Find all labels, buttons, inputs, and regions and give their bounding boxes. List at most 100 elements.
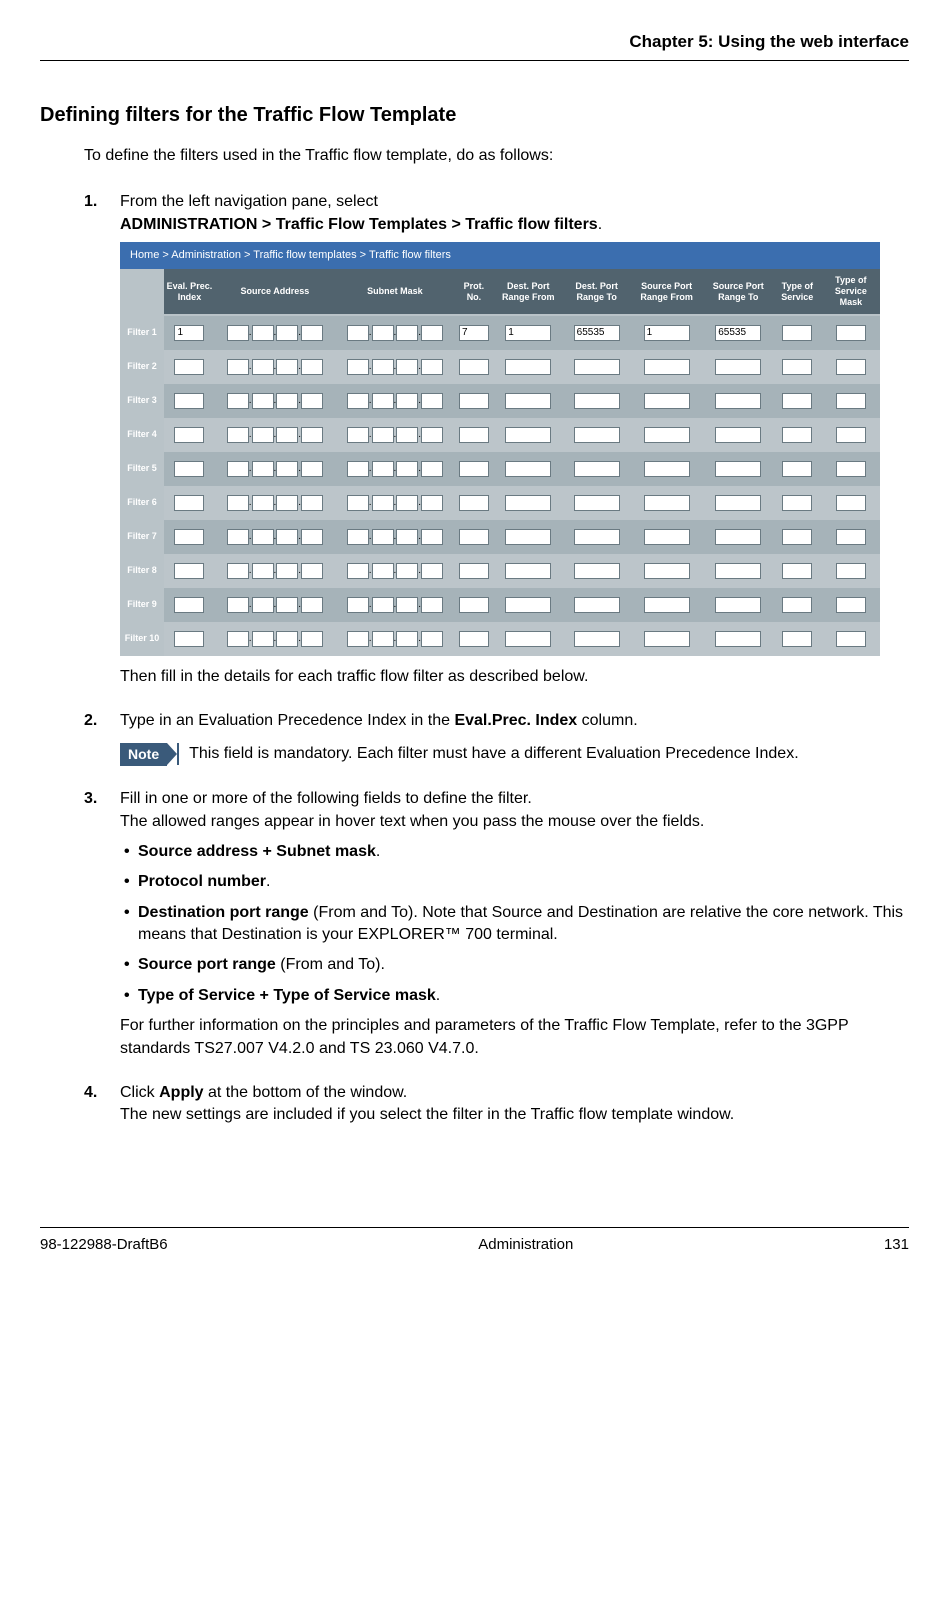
dest-port-from-input[interactable] <box>505 631 551 647</box>
src-port-from-input[interactable] <box>644 597 690 613</box>
dest-port-to-input[interactable] <box>574 359 620 375</box>
src-port-to-input[interactable] <box>715 359 761 375</box>
ip-octet-input[interactable] <box>227 393 249 409</box>
protocol-input[interactable] <box>459 631 489 647</box>
ip-octet-input[interactable] <box>396 597 418 613</box>
dest-port-to-input[interactable] <box>574 495 620 511</box>
protocol-input[interactable] <box>459 495 489 511</box>
src-port-to-input[interactable] <box>715 597 761 613</box>
ip-octet-input[interactable] <box>252 359 274 375</box>
ip-octet-input[interactable] <box>421 529 443 545</box>
ip-octet-input[interactable] <box>372 495 394 511</box>
tos-input[interactable] <box>782 427 812 443</box>
dest-port-from-input[interactable] <box>505 427 551 443</box>
src-port-from-input[interactable] <box>644 393 690 409</box>
ip-octet-input[interactable] <box>396 461 418 477</box>
eval-prec-input[interactable] <box>174 597 204 613</box>
ip-octet-input[interactable] <box>347 359 369 375</box>
ip-octet-input[interactable] <box>396 529 418 545</box>
dest-port-to-input[interactable] <box>574 529 620 545</box>
ip-octet-input[interactable] <box>227 359 249 375</box>
protocol-input[interactable] <box>459 359 489 375</box>
protocol-input[interactable] <box>459 393 489 409</box>
ip-octet-input[interactable] <box>301 461 323 477</box>
ip-octet-input[interactable] <box>252 597 274 613</box>
ip-octet-input[interactable] <box>227 495 249 511</box>
ip-octet-input[interactable] <box>276 393 298 409</box>
tos-mask-input[interactable] <box>836 359 866 375</box>
tos-mask-input[interactable] <box>836 529 866 545</box>
ip-octet-input[interactable] <box>372 631 394 647</box>
ip-octet-input[interactable] <box>347 325 369 341</box>
ip-octet-input[interactable] <box>347 631 369 647</box>
ip-octet-input[interactable] <box>421 325 443 341</box>
ip-octet-input[interactable] <box>372 563 394 579</box>
ip-octet-input[interactable] <box>301 529 323 545</box>
ip-octet-input[interactable] <box>227 563 249 579</box>
ip-octet-input[interactable] <box>276 495 298 511</box>
ip-octet-input[interactable] <box>347 495 369 511</box>
ip-octet-input[interactable] <box>347 563 369 579</box>
tos-input[interactable] <box>782 529 812 545</box>
tos-mask-input[interactable] <box>836 563 866 579</box>
ip-octet-input[interactable] <box>396 359 418 375</box>
src-port-to-input[interactable] <box>715 427 761 443</box>
ip-octet-input[interactable] <box>396 393 418 409</box>
ip-octet-input[interactable] <box>276 563 298 579</box>
ip-octet-input[interactable] <box>347 597 369 613</box>
eval-prec-input[interactable] <box>174 325 204 341</box>
dest-port-from-input[interactable] <box>505 359 551 375</box>
ip-octet-input[interactable] <box>276 461 298 477</box>
protocol-input[interactable] <box>459 597 489 613</box>
ip-octet-input[interactable] <box>421 563 443 579</box>
ip-octet-input[interactable] <box>421 631 443 647</box>
protocol-input[interactable] <box>459 461 489 477</box>
protocol-input[interactable] <box>459 563 489 579</box>
ip-octet-input[interactable] <box>421 359 443 375</box>
tos-mask-input[interactable] <box>836 631 866 647</box>
ip-octet-input[interactable] <box>301 393 323 409</box>
src-port-to-input[interactable] <box>715 563 761 579</box>
src-port-from-input[interactable] <box>644 461 690 477</box>
src-port-from-input[interactable] <box>644 495 690 511</box>
ip-octet-input[interactable] <box>421 597 443 613</box>
tos-mask-input[interactable] <box>836 597 866 613</box>
tos-mask-input[interactable] <box>836 393 866 409</box>
ip-octet-input[interactable] <box>421 495 443 511</box>
ip-octet-input[interactable] <box>372 529 394 545</box>
src-port-from-input[interactable] <box>644 325 690 341</box>
ip-octet-input[interactable] <box>372 427 394 443</box>
ip-octet-input[interactable] <box>301 325 323 341</box>
src-port-to-input[interactable] <box>715 461 761 477</box>
dest-port-from-input[interactable] <box>505 529 551 545</box>
tos-input[interactable] <box>782 563 812 579</box>
ip-octet-input[interactable] <box>252 563 274 579</box>
ip-octet-input[interactable] <box>372 393 394 409</box>
tos-input[interactable] <box>782 597 812 613</box>
tos-mask-input[interactable] <box>836 427 866 443</box>
tos-mask-input[interactable] <box>836 461 866 477</box>
eval-prec-input[interactable] <box>174 461 204 477</box>
ip-octet-input[interactable] <box>372 325 394 341</box>
ip-octet-input[interactable] <box>396 427 418 443</box>
tos-input[interactable] <box>782 461 812 477</box>
ip-octet-input[interactable] <box>252 529 274 545</box>
ip-octet-input[interactable] <box>396 495 418 511</box>
eval-prec-input[interactable] <box>174 427 204 443</box>
ip-octet-input[interactable] <box>301 597 323 613</box>
eval-prec-input[interactable] <box>174 563 204 579</box>
eval-prec-input[interactable] <box>174 631 204 647</box>
tos-input[interactable] <box>782 393 812 409</box>
ip-octet-input[interactable] <box>227 427 249 443</box>
ip-octet-input[interactable] <box>301 359 323 375</box>
dest-port-to-input[interactable] <box>574 461 620 477</box>
ip-octet-input[interactable] <box>252 393 274 409</box>
dest-port-to-input[interactable] <box>574 631 620 647</box>
tos-input[interactable] <box>782 631 812 647</box>
ip-octet-input[interactable] <box>396 631 418 647</box>
src-port-to-input[interactable] <box>715 631 761 647</box>
ip-octet-input[interactable] <box>301 563 323 579</box>
eval-prec-input[interactable] <box>174 495 204 511</box>
tos-mask-input[interactable] <box>836 495 866 511</box>
dest-port-from-input[interactable] <box>505 393 551 409</box>
